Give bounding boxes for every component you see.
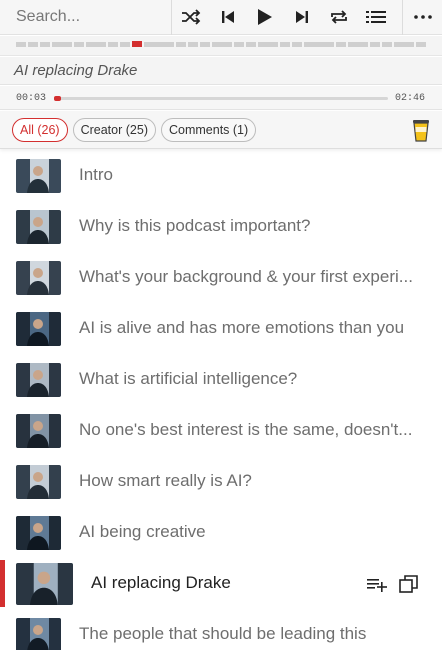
chapter-row[interactable]: How smart really is AI? <box>0 456 442 507</box>
chapter-segment[interactable] <box>280 42 290 47</box>
chapter-list: Intro Why is this podcast important? What'… <box>0 150 442 650</box>
add-to-queue-button[interactable] <box>366 573 388 595</box>
play-button[interactable] <box>246 0 283 35</box>
chapter-segment[interactable] <box>336 42 346 47</box>
chapter-segment[interactable] <box>16 42 26 47</box>
chapter-segment[interactable] <box>258 42 278 47</box>
chapter-segment[interactable] <box>28 42 38 47</box>
chapter-title: AI being creative <box>79 522 206 541</box>
shuffle-icon <box>181 9 200 25</box>
chapter-segment[interactable] <box>52 42 72 47</box>
next-button[interactable] <box>283 0 320 35</box>
skip-previous-icon <box>221 11 234 23</box>
chapter-segments[interactable] <box>0 36 442 56</box>
chapter-segment[interactable] <box>394 42 414 47</box>
filter-bar: All (26) Creator (25) Comments (1) <box>0 111 442 149</box>
chapter-thumbnail <box>16 210 61 244</box>
chapter-thumbnail <box>16 563 73 605</box>
repeat-button[interactable] <box>320 0 357 35</box>
chapter-thumbnail <box>16 516 61 550</box>
chapter-title: AI is alive and has more emotions than y… <box>79 318 405 337</box>
filter-creator[interactable]: Creator (25) <box>72 117 156 142</box>
chapter-segment[interactable] <box>200 42 210 47</box>
search-input[interactable]: Search... <box>0 0 172 35</box>
chapter-row[interactable]: What is artificial intelligence? <box>0 354 442 405</box>
more-horizontal-icon <box>413 15 432 19</box>
chapter-segment[interactable] <box>246 42 256 47</box>
chapter-row[interactable]: The people that should be leading this <box>0 609 442 650</box>
chapter-thumbnail <box>16 465 61 499</box>
chapter-title: What is artificial intelligence? <box>79 369 298 388</box>
previous-button[interactable] <box>209 0 246 35</box>
chapter-row-current[interactable]: AI replacing Drake <box>0 558 442 609</box>
chapter-segment[interactable] <box>348 42 368 47</box>
chapter-segment[interactable] <box>234 42 244 47</box>
chapter-segment-active[interactable] <box>132 41 142 47</box>
chapter-segment[interactable] <box>144 42 174 47</box>
list-icon <box>365 11 386 23</box>
chapter-segment[interactable] <box>292 42 302 47</box>
chapter-thumbnail <box>16 414 61 448</box>
top-bar: Search... <box>0 0 442 35</box>
filter-label: Creator (25) <box>80 122 148 137</box>
chapter-segment[interactable] <box>40 42 50 47</box>
shuffle-button[interactable] <box>172 0 209 35</box>
skip-next-icon <box>295 11 308 23</box>
chapter-row[interactable]: Intro <box>0 150 442 201</box>
chapter-title: Why is this podcast important? <box>79 216 311 235</box>
playback-controls <box>172 0 394 35</box>
more-button[interactable] <box>402 0 442 35</box>
chapter-segment[interactable] <box>188 42 198 47</box>
chapter-segment[interactable] <box>86 42 106 47</box>
chapter-segment[interactable] <box>176 42 186 47</box>
chapter-row[interactable]: AI is alive and has more emotions than y… <box>0 303 442 354</box>
chapter-list-button[interactable] <box>357 0 394 35</box>
chapter-segment[interactable] <box>212 42 232 47</box>
chapter-segment[interactable] <box>120 42 130 47</box>
chapter-segment[interactable] <box>370 42 380 47</box>
total-time: 02:46 <box>394 93 425 104</box>
current-indicator <box>0 560 5 607</box>
now-playing-title: AI replacing Drake <box>0 57 442 85</box>
filter-all[interactable]: All (26) <box>12 117 68 142</box>
repeat-icon <box>330 10 347 24</box>
chapter-title: Intro <box>79 165 114 184</box>
chapter-title: What's your background & your first expe… <box>79 267 413 286</box>
chapter-title: No one's best interest is the same, does… <box>79 420 413 439</box>
playlist-add-icon <box>367 579 387 592</box>
progress-track[interactable] <box>54 97 388 100</box>
donate-button[interactable] <box>412 118 430 142</box>
copy-icon <box>399 575 418 593</box>
filter-label: Comments (1) <box>168 122 249 137</box>
chapter-segment[interactable] <box>416 42 426 47</box>
progress-fill <box>54 96 61 101</box>
chapter-row[interactable]: What's your background & your first expe… <box>0 252 442 303</box>
progress-bar[interactable]: 00:03 02:46 <box>0 86 442 110</box>
search-placeholder: Search... <box>16 8 81 25</box>
chapter-thumbnail <box>16 159 61 193</box>
chapter-title: How smart really is AI? <box>79 471 252 490</box>
chapter-thumbnail <box>16 312 61 346</box>
current-time: 00:03 <box>16 93 47 104</box>
chapter-row[interactable]: No one's best interest is the same, does… <box>0 405 442 456</box>
chapter-row[interactable]: AI being creative <box>0 507 442 558</box>
chapter-title: The people that should be leading this <box>79 624 367 643</box>
chapter-segment[interactable] <box>304 42 334 47</box>
chapter-thumbnail <box>16 261 61 295</box>
play-icon <box>257 9 272 25</box>
open-in-new-button[interactable] <box>398 573 420 595</box>
chapter-segment[interactable] <box>74 42 84 47</box>
chapter-segment[interactable] <box>108 42 118 47</box>
filter-label: All (26) <box>20 122 60 137</box>
chapter-thumbnail <box>16 363 61 397</box>
cup-icon <box>413 120 429 142</box>
filter-comments[interactable]: Comments (1) <box>160 117 257 142</box>
chapter-thumbnail <box>16 618 61 650</box>
chapter-segment[interactable] <box>382 42 392 47</box>
chapter-row[interactable]: Why is this podcast important? <box>0 201 442 252</box>
